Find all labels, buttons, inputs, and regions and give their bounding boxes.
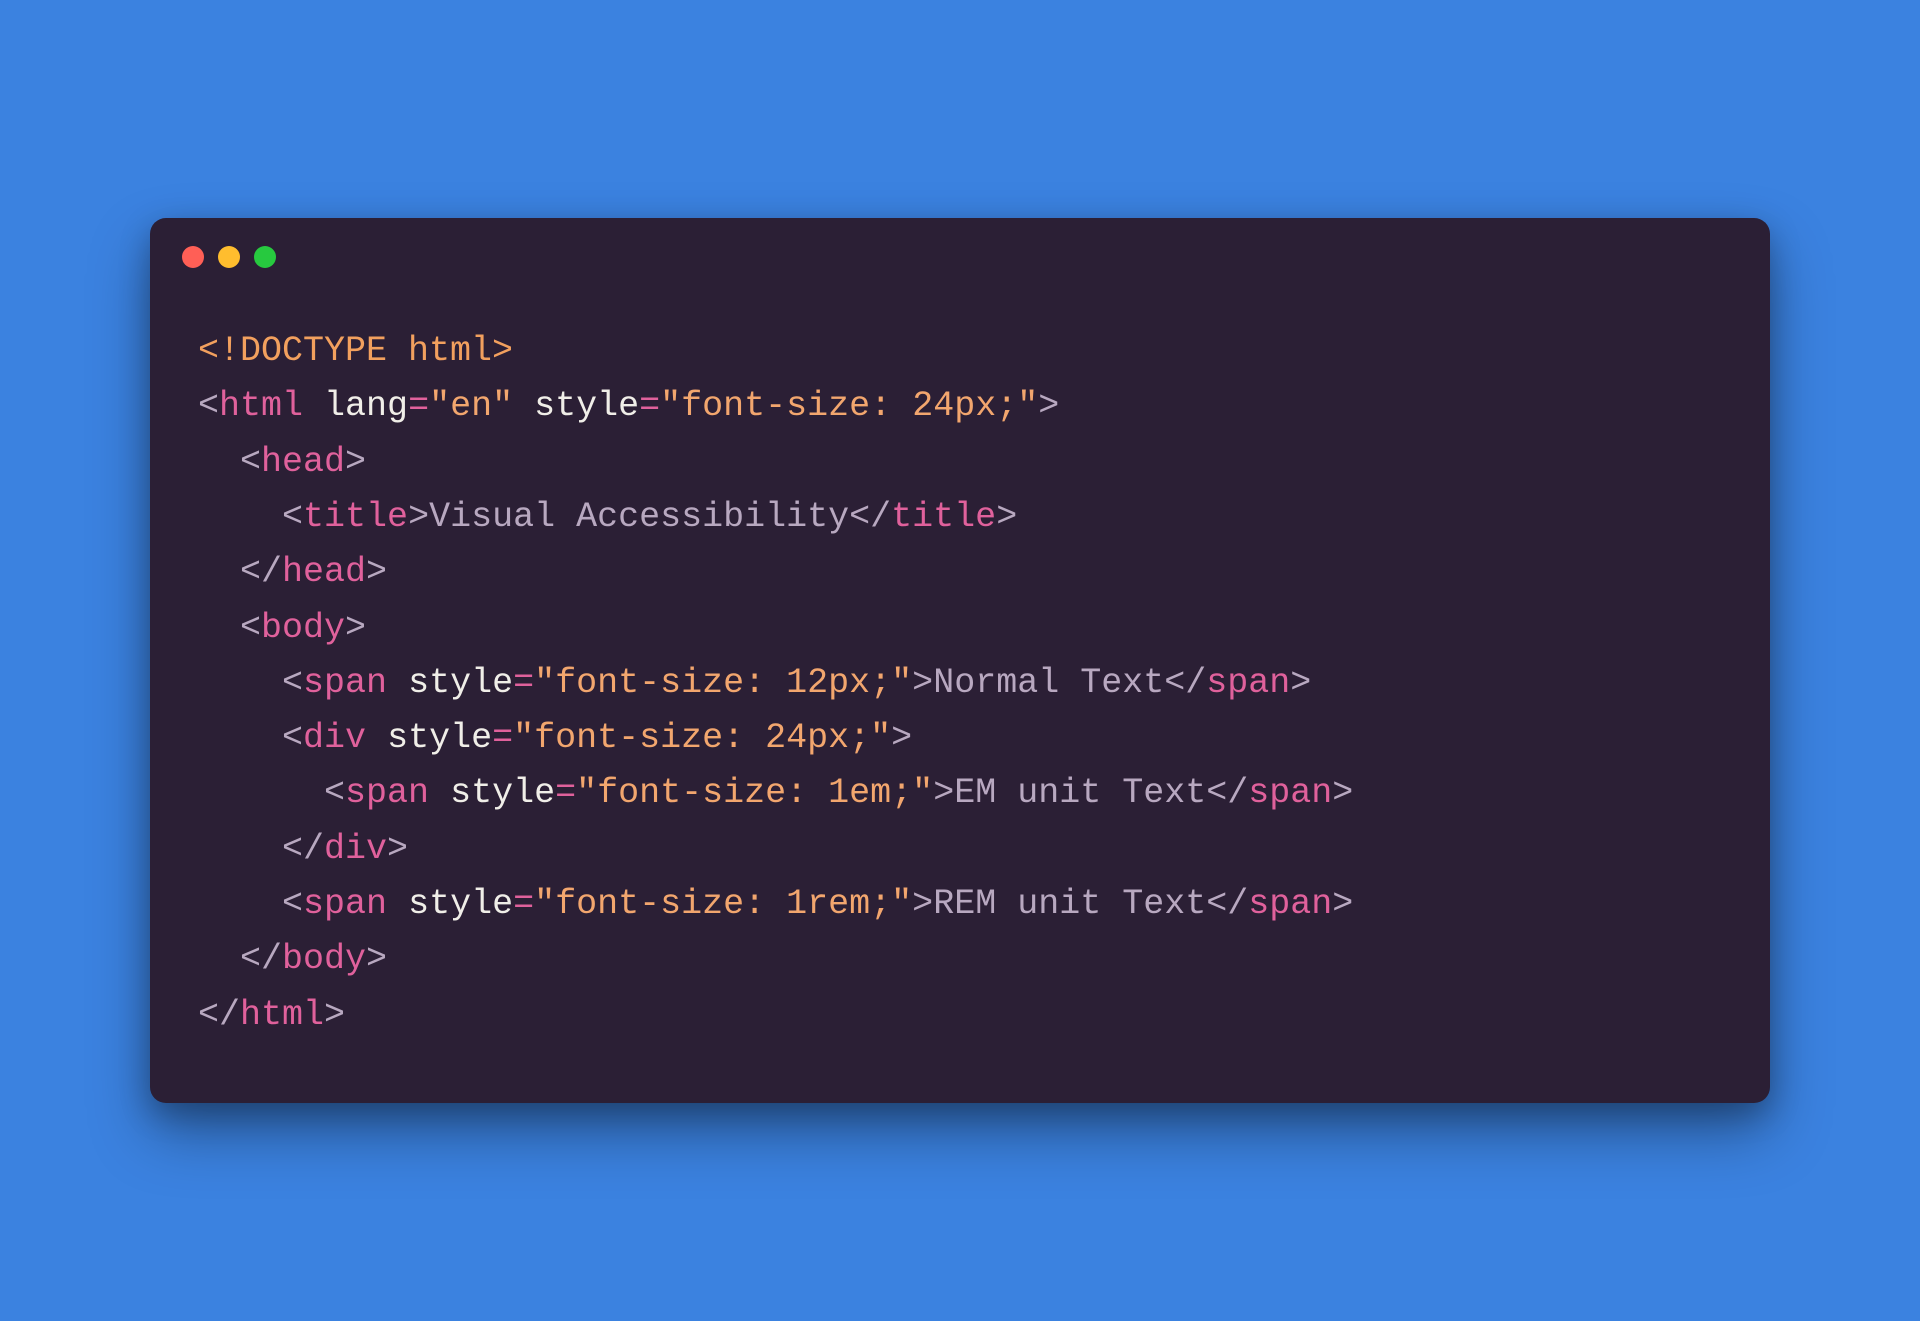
code-content[interactable]: <!DOCTYPE html> <html lang="en" style="f… bbox=[150, 284, 1770, 1103]
equals-token: = bbox=[639, 386, 660, 426]
tag-token: title bbox=[891, 497, 996, 537]
tag-token: span bbox=[1248, 884, 1332, 924]
code-line: </body> bbox=[198, 939, 387, 979]
angle-bracket: > bbox=[1038, 386, 1059, 426]
tag-token: span bbox=[1248, 773, 1332, 813]
string-token: "en" bbox=[429, 386, 513, 426]
code-editor-window: <!DOCTYPE html> <html lang="en" style="f… bbox=[150, 218, 1770, 1103]
attr-token: style bbox=[450, 773, 555, 813]
maximize-icon[interactable] bbox=[254, 246, 276, 268]
angle-bracket: < bbox=[282, 663, 303, 703]
tag-token: head bbox=[282, 552, 366, 592]
attr-token: style bbox=[387, 718, 492, 758]
angle-bracket: > bbox=[996, 497, 1017, 537]
string-token: "font-size: 1em;" bbox=[576, 773, 933, 813]
tag-token: html bbox=[240, 995, 324, 1035]
angle-bracket: > bbox=[1332, 884, 1353, 924]
tag-token: body bbox=[261, 608, 345, 648]
equals-token: = bbox=[513, 663, 534, 703]
tag-token: span bbox=[1206, 663, 1290, 703]
angle-bracket: </ bbox=[282, 829, 324, 869]
angle-bracket: </ bbox=[240, 552, 282, 592]
window-titlebar bbox=[150, 218, 1770, 284]
code-line: </html> bbox=[198, 995, 345, 1035]
attr-token: lang bbox=[324, 386, 408, 426]
angle-bracket: < bbox=[282, 718, 303, 758]
close-icon[interactable] bbox=[182, 246, 204, 268]
tag-token: head bbox=[261, 442, 345, 482]
code-line: </head> bbox=[198, 552, 387, 592]
code-line: <div style="font-size: 24px;"> bbox=[198, 718, 912, 758]
angle-bracket: </ bbox=[240, 939, 282, 979]
angle-bracket: > bbox=[345, 608, 366, 648]
angle-bracket: < bbox=[282, 497, 303, 537]
code-line: <span style="font-size: 12px;">Normal Te… bbox=[198, 663, 1311, 703]
tag-token: title bbox=[303, 497, 408, 537]
equals-token: = bbox=[555, 773, 576, 813]
code-line: <span style="font-size: 1rem;">REM unit … bbox=[198, 884, 1353, 924]
angle-bracket: > bbox=[933, 773, 954, 813]
tag-token: div bbox=[303, 718, 366, 758]
angle-bracket: > bbox=[1332, 773, 1353, 813]
angle-bracket: < bbox=[240, 608, 261, 648]
tag-token: html bbox=[219, 386, 303, 426]
doctype-token: <!DOCTYPE html> bbox=[198, 331, 513, 371]
angle-bracket: </ bbox=[849, 497, 891, 537]
string-token: "font-size: 24px;" bbox=[660, 386, 1038, 426]
string-token: "font-size: 12px;" bbox=[534, 663, 912, 703]
equals-token: = bbox=[408, 386, 429, 426]
equals-token: = bbox=[513, 884, 534, 924]
attr-token: style bbox=[408, 884, 513, 924]
angle-bracket: </ bbox=[198, 995, 240, 1035]
attr-token: style bbox=[408, 663, 513, 703]
equals-token: = bbox=[492, 718, 513, 758]
code-line: <title>Visual Accessibility</title> bbox=[198, 497, 1017, 537]
tag-token: body bbox=[282, 939, 366, 979]
minimize-icon[interactable] bbox=[218, 246, 240, 268]
text-token: REM unit Text bbox=[933, 884, 1206, 924]
angle-bracket: > bbox=[891, 718, 912, 758]
angle-bracket: </ bbox=[1206, 884, 1248, 924]
angle-bracket: > bbox=[408, 497, 429, 537]
code-line: <!DOCTYPE html> bbox=[198, 331, 513, 371]
code-line: <html lang="en" style="font-size: 24px;"… bbox=[198, 386, 1059, 426]
angle-bracket: > bbox=[366, 939, 387, 979]
angle-bracket: < bbox=[282, 884, 303, 924]
angle-bracket: > bbox=[912, 884, 933, 924]
tag-token: span bbox=[345, 773, 429, 813]
tag-token: div bbox=[324, 829, 387, 869]
code-line: <body> bbox=[198, 608, 366, 648]
text-token: Normal Text bbox=[933, 663, 1164, 703]
code-line: </div> bbox=[198, 829, 408, 869]
angle-bracket: > bbox=[387, 829, 408, 869]
angle-bracket: < bbox=[198, 386, 219, 426]
tag-token: span bbox=[303, 663, 387, 703]
string-token: "font-size: 1rem;" bbox=[534, 884, 912, 924]
string-token: "font-size: 24px;" bbox=[513, 718, 891, 758]
angle-bracket: </ bbox=[1206, 773, 1248, 813]
angle-bracket: > bbox=[1290, 663, 1311, 703]
text-token: Visual Accessibility bbox=[429, 497, 849, 537]
tag-token: span bbox=[303, 884, 387, 924]
code-line: <span style="font-size: 1em;">EM unit Te… bbox=[198, 773, 1353, 813]
code-line: <head> bbox=[198, 442, 366, 482]
angle-bracket: < bbox=[240, 442, 261, 482]
angle-bracket: > bbox=[366, 552, 387, 592]
attr-token: style bbox=[534, 386, 639, 426]
text-token: EM unit Text bbox=[954, 773, 1206, 813]
angle-bracket: </ bbox=[1164, 663, 1206, 703]
angle-bracket: > bbox=[324, 995, 345, 1035]
angle-bracket: > bbox=[912, 663, 933, 703]
angle-bracket: < bbox=[324, 773, 345, 813]
angle-bracket: > bbox=[345, 442, 366, 482]
